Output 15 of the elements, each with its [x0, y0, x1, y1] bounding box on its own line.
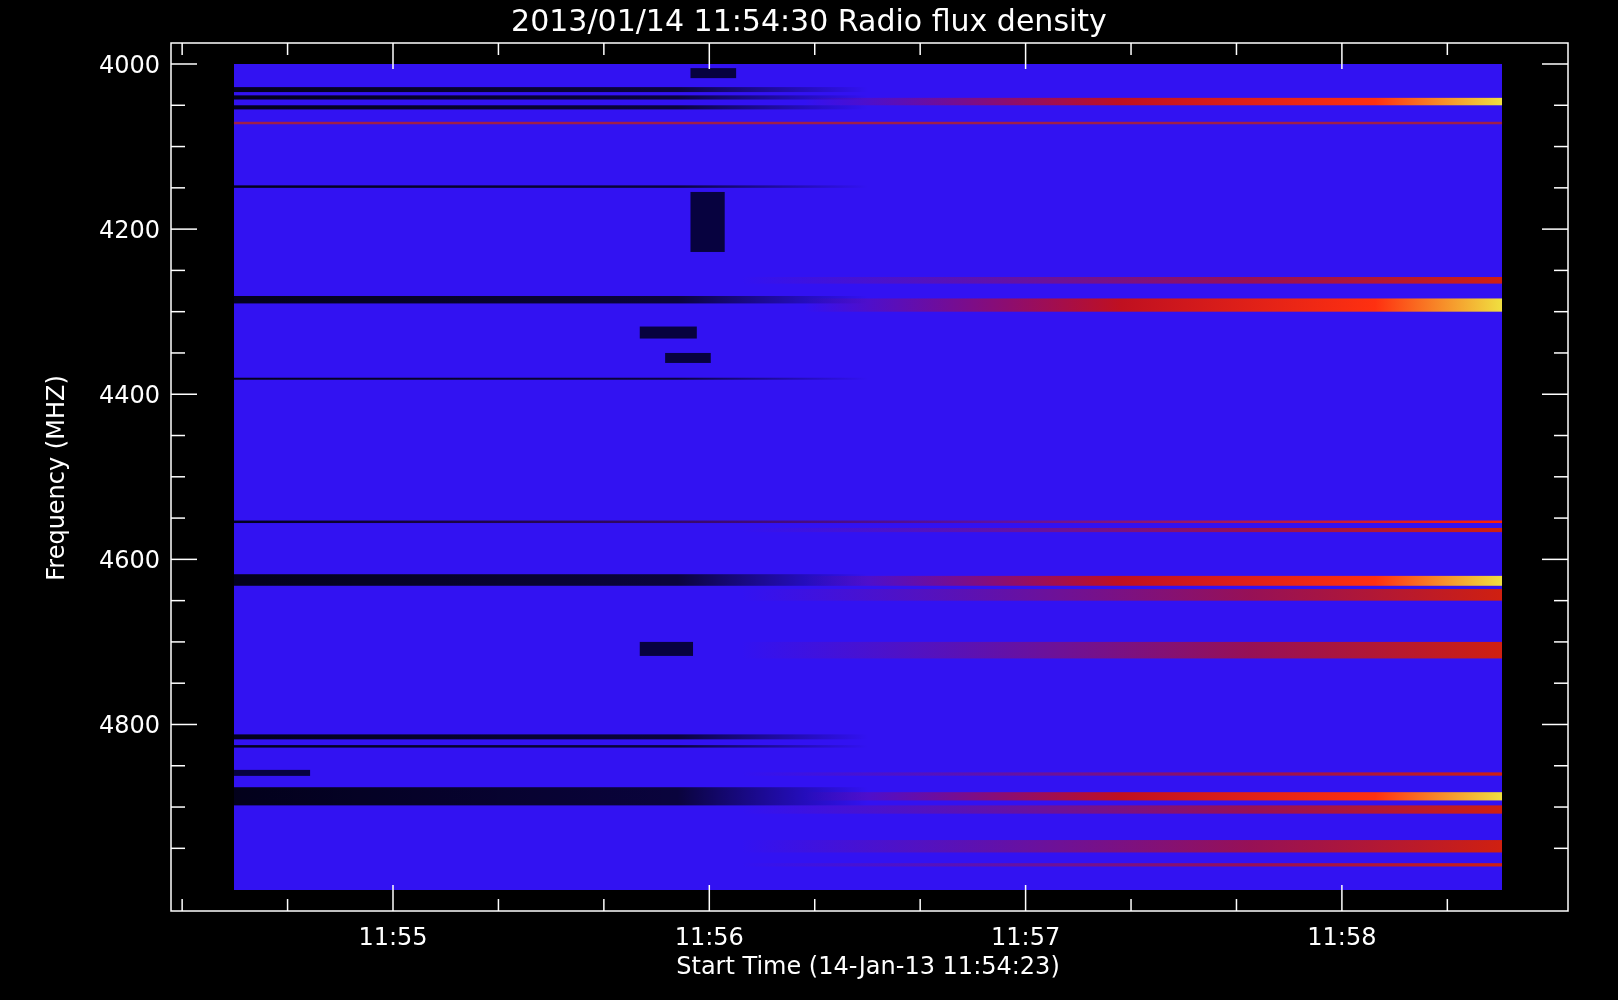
x-tick-label: 11:56	[674, 923, 744, 951]
burst-patch	[690, 68, 737, 79]
y-tick-label: 4000	[98, 51, 160, 79]
burst-patch	[665, 352, 711, 363]
x-tick-label: 11:55	[358, 923, 428, 951]
x-tick-label: 11:57	[991, 923, 1061, 951]
y-tick-label: 4600	[98, 546, 160, 575]
y-tick-label: 4400	[98, 381, 160, 410]
x-tick-label: 11:58	[1307, 923, 1377, 951]
y-tick-label: 4200	[98, 216, 160, 245]
x-axis-label: Start Time (14-Jan-13 11:54:23)	[676, 952, 1060, 980]
y-tick-label: 4800	[98, 711, 160, 740]
burst-patch	[690, 191, 725, 252]
plot-title: 2013/01/14 11:54:30 Radio flux density	[511, 3, 1107, 38]
y-axis-label: Frequency (MHZ)	[42, 375, 70, 581]
